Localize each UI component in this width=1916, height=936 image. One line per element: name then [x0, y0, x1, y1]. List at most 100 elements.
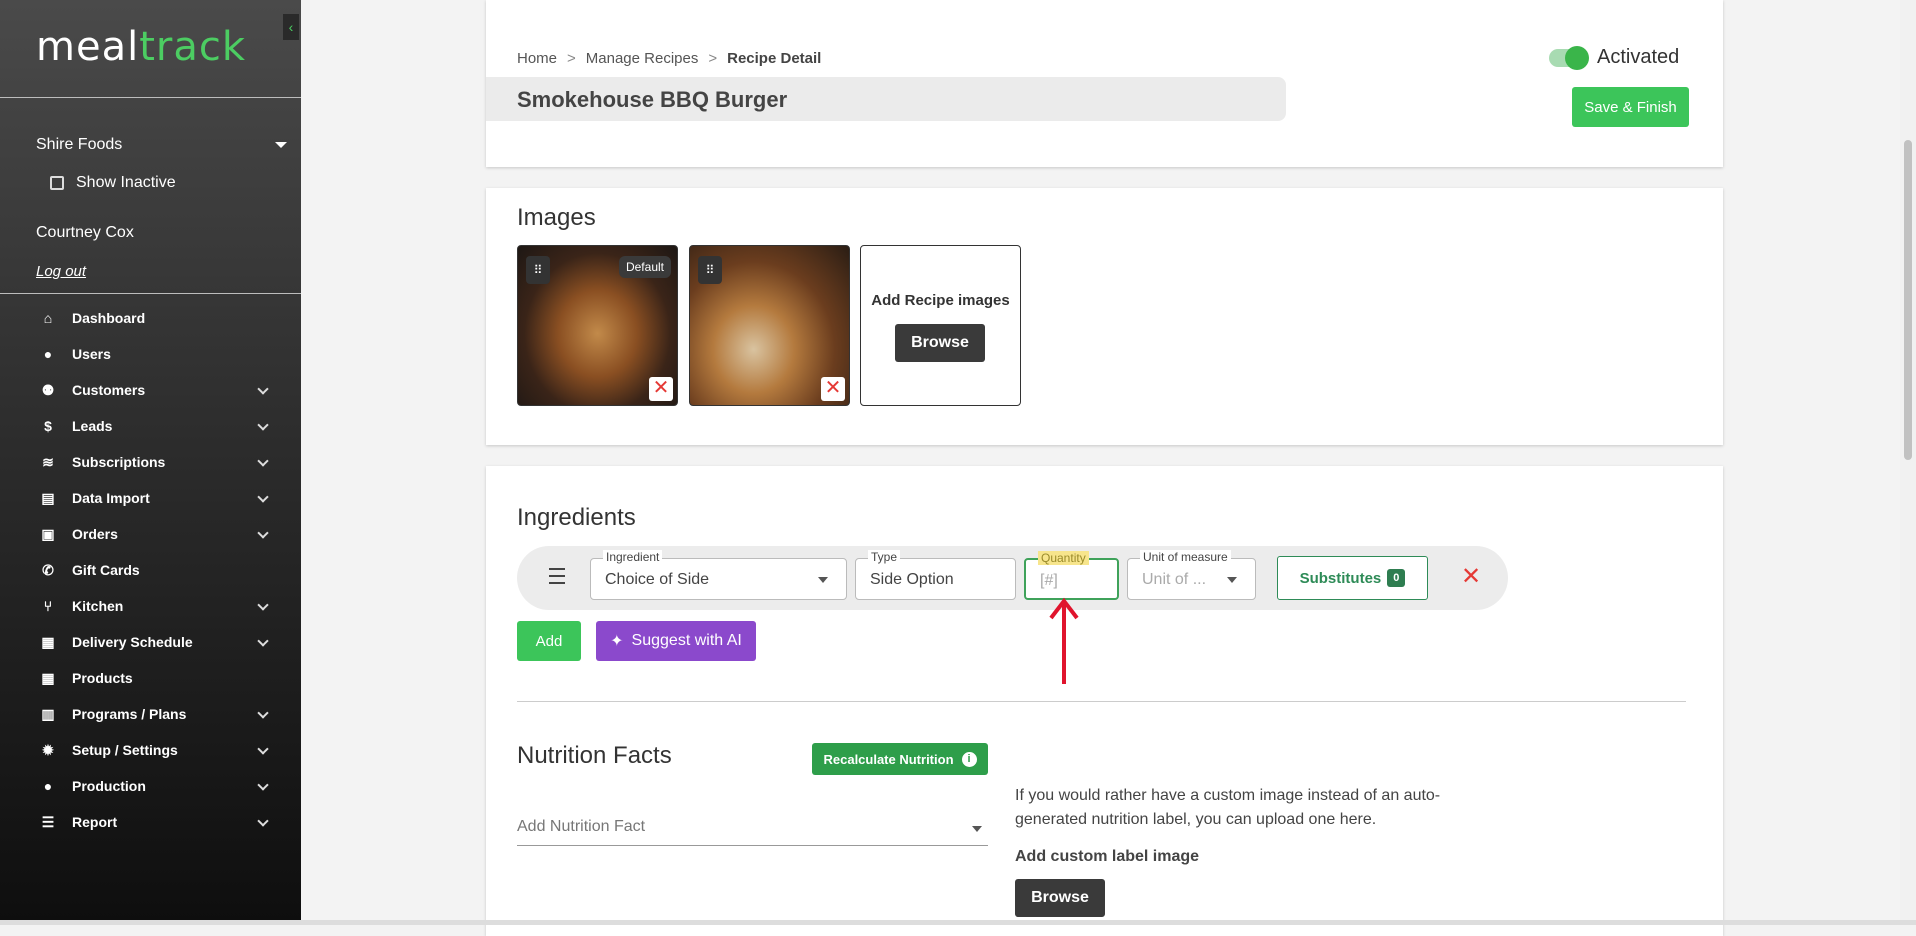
- list-icon: ☰: [41, 813, 55, 830]
- user-icon: ●: [43, 346, 53, 362]
- suggest-with-ai-button[interactable]: ✦ Suggest with AI: [596, 621, 756, 661]
- chevron-down-icon[interactable]: [257, 743, 269, 755]
- chevron-down-icon[interactable]: [257, 527, 269, 539]
- sidebar-item-gift-cards[interactable]: ✆ Gift Cards: [0, 552, 301, 588]
- chevron-down-icon[interactable]: [257, 635, 269, 647]
- unit-label: Unit of measure: [1140, 550, 1231, 564]
- browse-images-button[interactable]: Browse: [895, 324, 985, 362]
- sidebar-item-report[interactable]: ☰ Report: [0, 804, 301, 840]
- recipe-name-field[interactable]: Smokehouse BBQ Burger: [486, 77, 1286, 121]
- recipe-image-1[interactable]: ⠿ Default ✕: [517, 245, 678, 406]
- sidebar-item-label: Leads: [72, 418, 113, 434]
- save-finish-button[interactable]: Save & Finish: [1572, 87, 1689, 127]
- recipe-image-2[interactable]: ⠿ ✕: [689, 245, 850, 406]
- browse-label-image-button[interactable]: Browse: [1015, 879, 1105, 917]
- sidebar-item-label: Users: [72, 346, 111, 362]
- mealtrack-logo[interactable]: mealtrack: [36, 24, 246, 70]
- caret-down-icon: [275, 142, 287, 148]
- type-label: Type: [868, 550, 901, 564]
- drag-handle-icon[interactable]: ⠿: [698, 256, 722, 284]
- breadcrumb-separator: >: [567, 50, 576, 67]
- custom-label-description: If you would rather have a custom image …: [1015, 787, 1441, 828]
- sidebar-item-production[interactable]: ● Production: [0, 768, 301, 804]
- ingredient-select[interactable]: Ingredient Choice of Side: [590, 550, 847, 600]
- file-icon: ▤: [41, 489, 55, 506]
- add-ingredient-button[interactable]: Add: [517, 621, 581, 661]
- sidebar-item-data-import[interactable]: ▤ Data Import: [0, 480, 301, 516]
- recalculate-nutrition-button[interactable]: Recalculate Nutrition i: [812, 743, 988, 775]
- bag-icon: ▣: [41, 525, 55, 542]
- breadcrumb: Home > Manage Recipes > Recipe Detail: [517, 50, 821, 67]
- images-title: Images: [517, 204, 596, 231]
- chevron-down-icon[interactable]: [257, 707, 269, 719]
- breadcrumb-manage-recipes[interactable]: Manage Recipes: [586, 50, 699, 67]
- section-divider: [517, 701, 1686, 702]
- scrollbar-thumb[interactable]: [1904, 140, 1912, 460]
- add-nutrition-fact-placeholder: Add Nutrition Fact: [517, 818, 646, 835]
- type-field[interactable]: Type Side Option: [855, 550, 1016, 600]
- sidebar-item-label: Products: [72, 670, 133, 686]
- show-inactive-checkbox[interactable]: [50, 176, 64, 190]
- chevron-down-icon[interactable]: [257, 455, 269, 467]
- drag-menu-icon[interactable]: [549, 568, 565, 589]
- annotation-arrow-icon: [1049, 597, 1079, 684]
- chevron-down-icon[interactable]: [257, 419, 269, 431]
- sidebar-item-users[interactable]: ● Users: [0, 336, 301, 372]
- chevron-down-icon[interactable]: [257, 599, 269, 611]
- sidebar-item-label: Customers: [72, 382, 146, 398]
- substitutes-label: Substitutes: [1299, 569, 1382, 587]
- sparkle-icon: ✦: [610, 633, 624, 650]
- activation-toggle[interactable]: Activated: [1549, 45, 1680, 70]
- chevron-down-icon[interactable]: [257, 815, 269, 827]
- add-nutrition-fact-select[interactable]: Add Nutrition Fact: [517, 818, 988, 846]
- sidebar-item-label: Production: [72, 778, 146, 794]
- sidebar-item-leads[interactable]: $ Leads: [0, 408, 301, 444]
- user-name: Courtney Cox: [36, 224, 134, 241]
- chevron-down-icon[interactable]: [257, 383, 269, 395]
- sidebar-item-label: Gift Cards: [72, 562, 140, 578]
- recalculate-label: Recalculate Nutrition: [823, 751, 954, 767]
- sidebar-item-customers[interactable]: ⚉ Customers: [0, 372, 301, 408]
- sidebar-item-label: Subscriptions: [72, 454, 166, 470]
- quantity-input[interactable]: Quantity [#]: [1024, 551, 1119, 600]
- sidebar-item-label: Data Import: [72, 490, 150, 506]
- remove-image-button[interactable]: ✕: [821, 377, 845, 401]
- type-value: Side Option: [870, 571, 954, 588]
- utensils-icon: ⑂: [43, 598, 53, 614]
- sidebar-item-subscriptions[interactable]: ≋ Subscriptions: [0, 444, 301, 480]
- chevron-down-icon[interactable]: [257, 491, 269, 503]
- sidebar-item-kitchen[interactable]: ⑂ Kitchen: [0, 588, 301, 624]
- recipe-header-card: Home > Manage Recipes > Recipe Detail Sm…: [486, 0, 1723, 167]
- drag-handle-icon[interactable]: ⠿: [526, 256, 550, 284]
- sidebar-item-orders[interactable]: ▣ Orders: [0, 516, 301, 552]
- switch-knob: [1565, 45, 1589, 70]
- breadcrumb-home[interactable]: Home: [517, 50, 557, 67]
- remove-image-button[interactable]: ✕: [649, 377, 673, 401]
- remove-ingredient-icon[interactable]: ✕: [1461, 562, 1481, 591]
- dollar-icon: $: [44, 418, 52, 434]
- sidebar-divider: [0, 97, 301, 98]
- breadcrumb-current: Recipe Detail: [727, 50, 822, 67]
- sidebar-item-setup-settings[interactable]: ✹ Setup / Settings: [0, 732, 301, 768]
- sidebar-divider: [0, 293, 301, 294]
- show-inactive-toggle[interactable]: Show Inactive: [50, 174, 176, 192]
- substitutes-button[interactable]: Substitutes 0: [1277, 556, 1428, 600]
- activated-label: Activated: [1597, 46, 1680, 68]
- substitutes-count-badge: 0: [1387, 569, 1406, 587]
- organization-select[interactable]: Shire Foods: [36, 136, 291, 154]
- chevron-down-icon[interactable]: [257, 779, 269, 791]
- ingredients-card: Ingredients Ingredient Choice of Side Ty…: [486, 466, 1723, 936]
- collapse-sidebar-button[interactable]: ‹: [283, 14, 299, 40]
- sidebar-nav: ⌂ Dashboard ● Users ⚉ Customers $ Leads ≋ Subscri…: [0, 300, 301, 840]
- sidebar-item-dashboard[interactable]: ⌂ Dashboard: [0, 300, 301, 336]
- sidebar-item-delivery-schedule[interactable]: ▦ Delivery Schedule: [0, 624, 301, 660]
- suggest-label: Suggest with AI: [631, 632, 742, 649]
- unit-of-measure-select[interactable]: Unit of measure Unit of ...: [1127, 550, 1256, 600]
- activated-switch[interactable]: [1549, 45, 1589, 70]
- sidebar-item-products[interactable]: ▦ Products: [0, 660, 301, 696]
- caret-down-icon: [818, 577, 828, 583]
- breadcrumb-separator: >: [708, 50, 718, 67]
- page-scrollbar[interactable]: [1900, 0, 1916, 925]
- logout-link[interactable]: Log out: [36, 263, 86, 280]
- sidebar-item-programs-plans[interactable]: ▥ Programs / Plans: [0, 696, 301, 732]
